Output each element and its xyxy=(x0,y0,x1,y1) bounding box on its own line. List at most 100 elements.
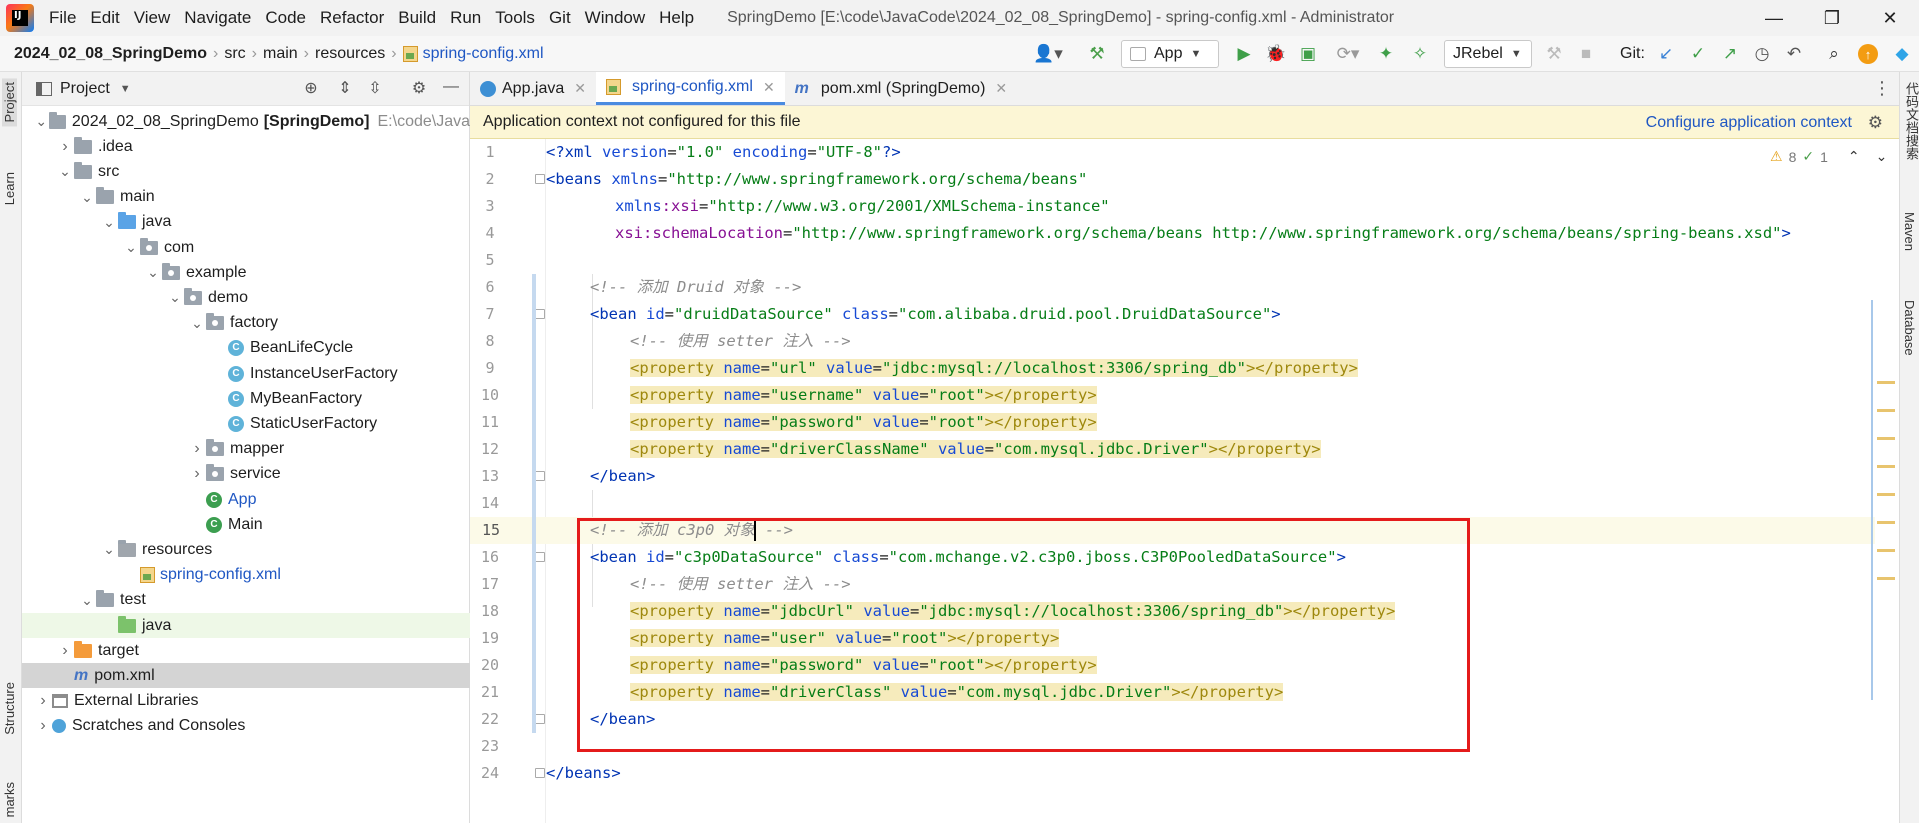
tab-spring-config-xml[interactable]: spring-config.xml ✕ xyxy=(596,72,785,105)
menu-code[interactable]: Code xyxy=(258,0,313,36)
tree-item[interactable]: ⌄ java xyxy=(22,210,470,235)
breadcrumb-project[interactable]: 2024_02_08_SpringDemo xyxy=(0,45,213,63)
more-tabs-icon[interactable]: ⋮ xyxy=(1873,78,1891,99)
chevron-down-icon[interactable]: ⌄ xyxy=(78,592,96,609)
tab-app-java[interactable]: App.java ✕ xyxy=(470,72,596,105)
stripe-mark[interactable] xyxy=(1877,493,1895,496)
menu-refactor[interactable]: Refactor xyxy=(313,0,391,36)
chevron-right-icon[interactable]: › xyxy=(34,717,52,735)
breadcrumb-src[interactable]: src xyxy=(218,45,251,63)
tree-item[interactable]: C InstanceUserFactory xyxy=(22,361,470,386)
chevron-right-icon[interactable]: › xyxy=(188,440,206,458)
stripe-mark[interactable] xyxy=(1877,409,1895,412)
tree-item[interactable]: C MyBeanFactory xyxy=(22,386,470,411)
close-icon[interactable]: ✕ xyxy=(574,80,586,97)
tree-item[interactable]: ⌄ 2024_02_08_SpringDemo [SpringDemo] E:\cod… xyxy=(22,109,470,134)
menu-file[interactable]: File xyxy=(42,0,83,36)
chevron-up-icon[interactable]: ⌃ xyxy=(1848,148,1860,165)
database-tool-tab[interactable]: Database xyxy=(1902,300,1917,356)
chevron-down-icon[interactable]: ⌄ xyxy=(100,541,118,558)
locate-icon[interactable]: ⊕ xyxy=(300,78,322,98)
tree-item[interactable]: › External Libraries xyxy=(22,689,470,714)
tree-item[interactable]: › target xyxy=(22,638,470,663)
breadcrumb-resources[interactable]: resources xyxy=(309,45,391,63)
chevron-down-icon[interactable]: ⌄ xyxy=(166,289,184,306)
tree-item[interactable]: › Scratches and Consoles xyxy=(22,714,470,739)
git-push-icon[interactable]: ↗ xyxy=(1718,42,1742,66)
gear-icon[interactable]: ⚙ xyxy=(1868,113,1883,133)
tree-item[interactable]: C StaticUserFactory xyxy=(22,411,470,436)
menu-build[interactable]: Build xyxy=(391,0,443,36)
fold-marker-icon[interactable] xyxy=(535,471,545,481)
tree-item[interactable]: m pom.xml xyxy=(22,663,470,689)
intellij-logo-icon[interactable]: IJ xyxy=(6,4,34,32)
stripe-mark[interactable] xyxy=(1877,437,1895,440)
menu-view[interactable]: View xyxy=(127,0,178,36)
chevron-down-icon[interactable]: ⌄ xyxy=(56,163,74,180)
fold-marker-icon[interactable] xyxy=(535,309,545,319)
menu-edit[interactable]: Edit xyxy=(83,0,126,36)
breadcrumb-main[interactable]: main xyxy=(257,45,304,63)
chevron-down-icon[interactable]: ▼ xyxy=(120,83,131,95)
update-icon[interactable]: ↑ xyxy=(1858,44,1878,64)
tree-item[interactable]: ⌄ resources xyxy=(22,537,470,562)
configure-context-link[interactable]: Configure application context xyxy=(1646,106,1852,139)
tree-item[interactable]: ⌄ src xyxy=(22,159,470,184)
chevron-down-icon[interactable]: ⌄ xyxy=(78,189,96,206)
tree-item[interactable]: › mapper xyxy=(22,437,470,462)
run-config-select[interactable]: App ▼ xyxy=(1121,40,1219,68)
rollback-icon[interactable]: ↶ xyxy=(1782,42,1806,66)
expand-all-icon[interactable]: ⇕ xyxy=(334,78,356,98)
stripe-mark[interactable] xyxy=(1877,381,1895,384)
tree-item[interactable]: C App xyxy=(22,487,470,512)
git-update-icon[interactable]: ↙ xyxy=(1654,42,1678,66)
tree-item[interactable]: ⌄ demo xyxy=(22,285,470,310)
project-tool-tab[interactable]: Project xyxy=(2,78,17,127)
inspections-widget[interactable]: ⚠ 8 ✓ 1 ⌃ ⌄ xyxy=(1770,148,1887,165)
stripe-mark[interactable] xyxy=(1877,521,1895,524)
collapse-all-icon[interactable]: ⇳ xyxy=(364,78,386,98)
stripe-mark[interactable] xyxy=(1877,577,1895,580)
chevron-right-icon[interactable]: › xyxy=(188,465,206,483)
coverage-icon[interactable]: ▣ xyxy=(1296,42,1320,66)
menu-tools[interactable]: Tools xyxy=(488,0,542,36)
tree-item[interactable]: › service xyxy=(22,462,470,487)
close-icon[interactable]: ✕ xyxy=(995,80,1007,97)
error-stripe[interactable] xyxy=(1875,139,1899,823)
tree-item[interactable]: C Main xyxy=(22,512,470,537)
stripe-mark[interactable] xyxy=(1877,465,1895,468)
chevron-right-icon[interactable]: › xyxy=(34,692,52,710)
chevron-down-icon[interactable]: ⌄ xyxy=(100,214,118,231)
tree-item[interactable]: ⌄ com xyxy=(22,235,470,260)
jrebel-debug-icon[interactable]: ✧ xyxy=(1408,42,1432,66)
chevron-down-icon[interactable]: ⌄ xyxy=(144,264,162,281)
project-panel-title[interactable]: Project xyxy=(60,80,110,98)
jrebel-run-icon[interactable]: ✦ xyxy=(1374,42,1398,66)
tree-item[interactable]: spring-config.xml xyxy=(22,563,470,588)
debug-icon[interactable]: 🐞 xyxy=(1264,42,1288,66)
restore-icon[interactable]: ❐ xyxy=(1803,0,1861,36)
menu-help[interactable]: Help xyxy=(652,0,701,36)
menu-run[interactable]: Run xyxy=(443,0,488,36)
scrollbar-thumb[interactable] xyxy=(1871,300,1873,700)
fold-marker-icon[interactable] xyxy=(535,552,545,562)
tree-item[interactable]: C BeanLifeCycle xyxy=(22,336,470,361)
git-commit-icon[interactable]: ✓ xyxy=(1686,42,1710,66)
tree-item[interactable]: ⌄ main xyxy=(22,185,470,210)
stripe-mark[interactable] xyxy=(1877,549,1895,552)
profile-icon[interactable]: ⟳▾ xyxy=(1328,42,1368,66)
hide-panel-icon[interactable]: — xyxy=(440,78,462,96)
chevron-down-icon[interactable]: ⌄ xyxy=(188,315,206,332)
jetbrains-icon[interactable]: ◆ xyxy=(1890,42,1914,66)
history-icon[interactable]: ◷ xyxy=(1750,42,1774,66)
user-icon[interactable]: 👤▾ xyxy=(1030,42,1066,66)
close-icon[interactable]: ✕ xyxy=(763,79,775,96)
close-icon[interactable]: ✕ xyxy=(1861,0,1919,36)
structure-tool-tab[interactable]: Structure xyxy=(2,682,17,735)
tab-pom-xml[interactable]: m pom.xml (SpringDemo) ✕ xyxy=(785,72,1017,105)
chevron-down-icon[interactable]: ⌄ xyxy=(122,239,140,256)
menu-navigate[interactable]: Navigate xyxy=(177,0,258,36)
chevron-down-icon[interactable]: ⌄ xyxy=(33,113,49,130)
maven-tool-tab[interactable]: Maven xyxy=(1902,212,1917,251)
tree-item[interactable]: ⌄ example xyxy=(22,260,470,285)
